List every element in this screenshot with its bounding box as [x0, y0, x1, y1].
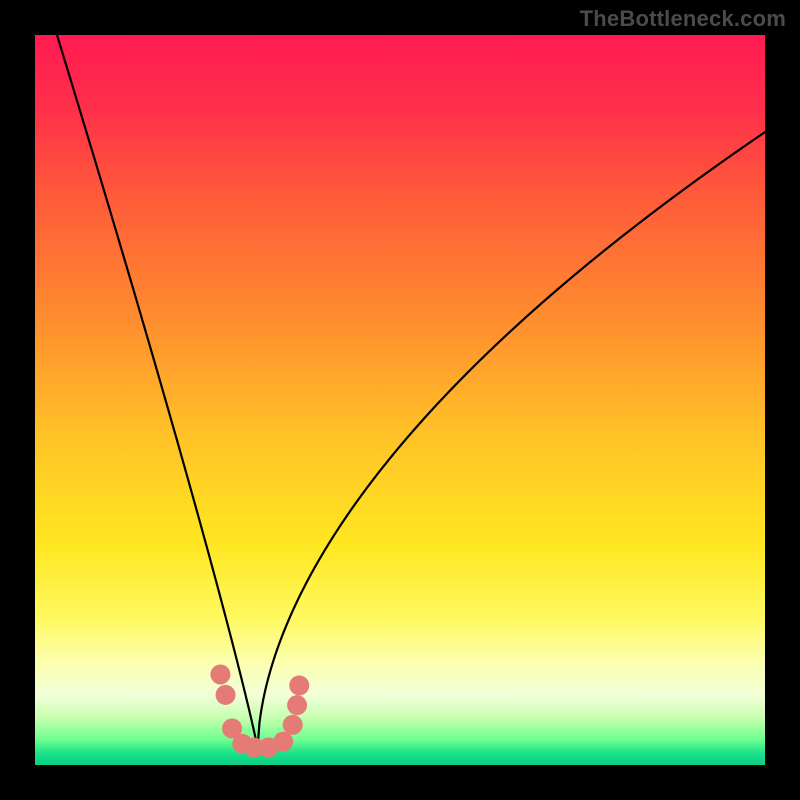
curve-marker	[289, 675, 309, 695]
curve-marker	[273, 732, 293, 752]
curve-marker	[216, 685, 236, 705]
watermark-text: TheBottleneck.com	[580, 6, 786, 32]
chart-frame: TheBottleneck.com	[0, 0, 800, 800]
gradient-background	[35, 35, 765, 765]
curve-marker	[283, 715, 303, 735]
chart-svg	[35, 35, 765, 765]
curve-marker	[210, 664, 230, 684]
curve-marker	[287, 695, 307, 715]
plot-area	[35, 35, 765, 765]
